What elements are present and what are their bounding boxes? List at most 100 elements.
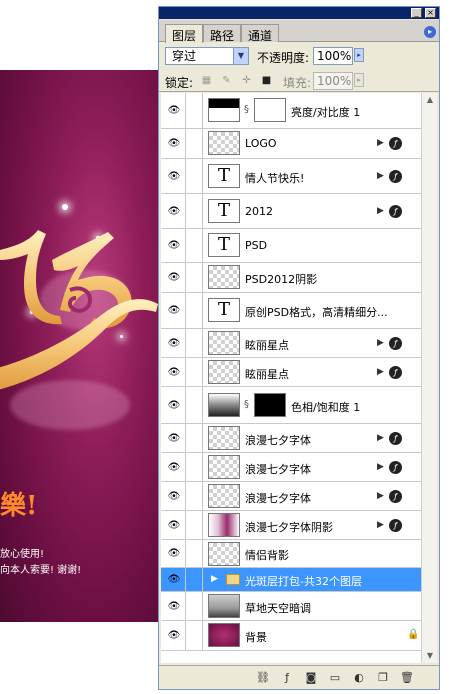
layer-link-cell[interactable] [185,159,203,193]
layer-link-cell[interactable] [185,194,203,228]
visibility-eye-icon[interactable]: 👁 [165,387,183,423]
layer-effects-icon[interactable]: ƒ [389,518,402,532]
text-layer-icon[interactable]: T [208,164,240,188]
layer-thumbnail[interactable] [208,131,240,155]
layer-thumbnail[interactable] [208,542,240,566]
visibility-eye-icon[interactable]: 👁 [165,194,183,228]
visibility-eye-icon[interactable]: 👁 [165,540,183,567]
layer-row[interactable]: 👁 浪漫七夕字体阴影 ▶ ƒ [161,511,421,540]
layer-effects-icon[interactable]: ƒ [389,137,402,150]
delete-layer-icon[interactable]: 🗑 [399,670,415,686]
layer-mask-thumbnail[interactable] [254,393,286,417]
layer-link-cell[interactable] [185,129,203,158]
effects-expand-icon[interactable]: ▶ [377,433,384,443]
adjustment-thumbnail[interactable] [208,393,240,417]
layer-link-cell[interactable] [185,424,203,452]
layer-link-cell[interactable] [185,387,203,423]
layer-row[interactable]: 👁 PSD2012阴影 [161,263,421,293]
effects-expand-icon[interactable]: ▶ [377,462,384,472]
layer-effects-icon[interactable]: ƒ [389,489,402,503]
new-adjustment-icon[interactable]: ◐ [351,670,367,686]
layer-row[interactable]: 👁 T PSD [161,229,421,263]
layer-row[interactable]: 👁 浪漫七夕字体 ▶ ƒ [161,453,421,482]
layer-thumbnail[interactable] [208,513,240,537]
blend-mode-select[interactable]: 穿过 ▼ [165,47,249,65]
visibility-eye-icon[interactable]: 👁 [165,358,183,386]
panel-menu-icon[interactable]: ▸ [424,26,436,38]
mask-link-icon[interactable]: § [244,104,249,115]
mask-link-icon[interactable]: § [244,399,249,410]
layer-link-cell[interactable] [185,229,203,262]
layer-row[interactable]: 👁 草地天空暗调 [161,592,421,621]
layer-row[interactable]: 👁 背景 🔒 [161,621,421,651]
effects-expand-icon[interactable]: ▶ [377,367,384,377]
layer-link-cell[interactable] [185,453,203,481]
tab-paths[interactable]: 路径 [203,24,242,43]
text-layer-icon[interactable]: T [208,298,240,322]
close-icon[interactable]: × [425,8,436,18]
layer-link-cell[interactable] [185,511,203,539]
layer-link-cell[interactable] [185,621,203,650]
layer-row[interactable]: 👁 ▶ 光斑层打包-共32个图层 [161,568,421,592]
layer-link-cell[interactable] [185,358,203,386]
layer-thumbnail[interactable] [208,331,240,355]
layer-effects-icon[interactable]: ƒ [389,365,402,379]
scroll-up-icon[interactable]: ▲ [422,93,438,107]
effects-expand-icon[interactable]: ▶ [377,338,384,348]
layer-row[interactable]: 👁 T 情人节快乐! ▶ ƒ [161,159,421,194]
layer-mask-thumbnail[interactable] [254,98,286,122]
visibility-eye-icon[interactable]: 👁 [165,424,183,452]
chevron-down-icon[interactable]: ▼ [233,48,248,64]
layer-thumbnail[interactable] [208,360,240,384]
link-layers-icon[interactable]: ⛓ [255,670,271,686]
layer-row[interactable]: 👁 T 2012 ▶ ƒ [161,194,421,229]
layer-row[interactable]: 👁 § 亮度/对比度 1 [161,93,421,129]
visibility-eye-icon[interactable]: 👁 [165,229,183,262]
layer-thumbnail[interactable] [208,426,240,450]
lock-all-icon[interactable]: ■ [261,75,272,86]
layer-thumbnail[interactable] [208,594,240,618]
visibility-eye-icon[interactable]: 👁 [165,453,183,481]
fill-input[interactable]: 100% [313,72,353,90]
layer-effects-icon[interactable]: ƒ [389,204,402,218]
layer-thumbnail[interactable] [208,455,240,479]
fill-slider-arrow-icon[interactable]: ▸ [354,73,364,87]
layer-row[interactable]: 👁 § 色相/饱和度 1 [161,387,421,424]
layers-scrollbar[interactable]: ▲ ▼ [421,93,437,663]
document-canvas[interactable]: 樂! 放心使用! 向本人索要! 谢谢! [0,70,160,622]
layer-thumbnail[interactable] [208,265,240,289]
new-layer-icon[interactable]: ❐ [375,670,391,686]
effects-expand-icon[interactable]: ▶ [377,491,384,501]
layer-row[interactable]: 👁 眩丽星点 ▶ ƒ [161,358,421,387]
visibility-eye-icon[interactable]: 👁 [165,329,183,357]
layer-link-cell[interactable] [185,293,203,328]
layer-row[interactable]: 👁 眩丽星点 ▶ ƒ [161,329,421,358]
layer-thumbnail[interactable] [208,484,240,508]
opacity-slider-arrow-icon[interactable]: ▸ [354,48,364,62]
effects-expand-icon[interactable]: ▶ [377,206,384,216]
visibility-eye-icon[interactable]: 👁 [165,129,183,158]
adjustment-thumbnail[interactable] [208,98,240,122]
layer-effects-icon[interactable]: ƒ [389,431,402,445]
layer-link-cell[interactable] [185,263,203,292]
layer-row[interactable]: 👁 LOGO ▶ ƒ [161,129,421,159]
text-layer-icon[interactable]: T [208,199,240,223]
add-mask-icon[interactable]: ◙ [303,670,319,686]
effects-expand-icon[interactable]: ▶ [377,171,384,181]
minimize-icon[interactable]: _ [411,8,422,18]
layer-link-cell[interactable] [185,93,203,128]
visibility-eye-icon[interactable]: 👁 [165,482,183,510]
scroll-down-icon[interactable]: ▼ [422,649,438,663]
layer-row[interactable]: 👁 浪漫七夕字体 ▶ ƒ [161,424,421,453]
text-layer-icon[interactable]: T [208,233,240,257]
layer-link-cell[interactable] [185,592,203,620]
opacity-input[interactable]: 100% [313,47,353,65]
effects-expand-icon[interactable]: ▶ [377,138,384,148]
layer-link-cell[interactable] [185,329,203,357]
visibility-eye-icon[interactable]: 👁 [165,621,183,650]
layer-thumbnail[interactable] [208,623,240,647]
visibility-eye-icon[interactable]: 👁 [165,93,183,128]
new-group-icon[interactable]: ▭ [327,670,343,686]
layer-row[interactable]: 👁 浪漫七夕字体 ▶ ƒ [161,482,421,511]
expand-group-icon[interactable]: ▶ [211,574,218,584]
